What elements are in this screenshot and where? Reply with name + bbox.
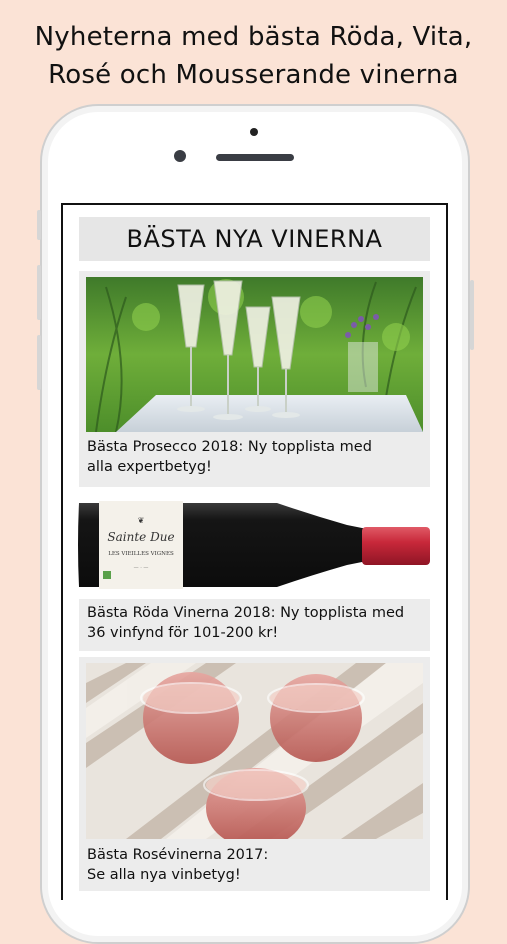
article-title-prosecco[interactable]: Bästa Prosecco 2018: Ny topplista med al…: [87, 437, 372, 477]
red-wine-bottle-photo: ❦ Sainte Due LES VIEILLES VIGNES — · —: [78, 501, 430, 589]
article-title-line: alla expertbetyg!: [87, 459, 212, 475]
promo-headline: Nyheterna med bästa Röda, Vita, Rosé och…: [0, 18, 507, 94]
phone-power-button: [470, 280, 474, 350]
bottle-label-sub: LES VIEILLES VIGNES: [108, 551, 174, 557]
earpiece-speaker: [216, 154, 294, 161]
proximity-sensor: [250, 128, 258, 136]
prosecco-glasses-photo: [86, 277, 423, 432]
svg-text:❦: ❦: [138, 516, 145, 525]
article-title-line: Bästa Prosecco 2018: Ny topplista med: [87, 439, 372, 455]
front-camera-icon: [174, 150, 186, 162]
phone-volume-up: [37, 265, 41, 320]
phone-side-button: [37, 210, 41, 240]
article-title-rose[interactable]: Bästa Rosévinerna 2017: Se alla nya vinb…: [87, 845, 268, 885]
article-title-line: 36 vinfynd för 101-200 kr!: [87, 625, 279, 641]
svg-text:— · —: — · —: [134, 565, 149, 571]
article-card-red-wine[interactable]: ❦ Sainte Due LES VIEILLES VIGNES — · — B…: [63, 493, 446, 651]
rose-wine-glasses-photo: [86, 663, 423, 839]
bottle-label-brand: Sainte Due: [107, 530, 174, 544]
headline-line-2: Rosé och Mousserande vinerna: [48, 60, 459, 90]
article-title-line: Se alla nya vinbetyg!: [87, 867, 241, 883]
phone-volume-down: [37, 335, 41, 390]
article-title-line: Bästa Rosévinerna 2017:: [87, 847, 269, 863]
article-card-prosecco[interactable]: Bästa Prosecco 2018: Ny topplista med al…: [79, 271, 430, 487]
article-title-line: Bästa Röda Vinerna 2018: Ny topplista me…: [87, 605, 405, 621]
article-title-red-wine[interactable]: Bästa Röda Vinerna 2018: Ny topplista me…: [87, 603, 404, 643]
app-screen: BÄSTA NYA VINERNA Bästa Prosecco 2018: N…: [61, 203, 448, 900]
article-card-rose[interactable]: Bästa Rosévinerna 2017: Se alla nya vinb…: [79, 657, 430, 891]
headline-line-1: Nyheterna med bästa Röda, Vita,: [34, 22, 473, 52]
page-title: BÄSTA NYA VINERNA: [79, 217, 430, 261]
